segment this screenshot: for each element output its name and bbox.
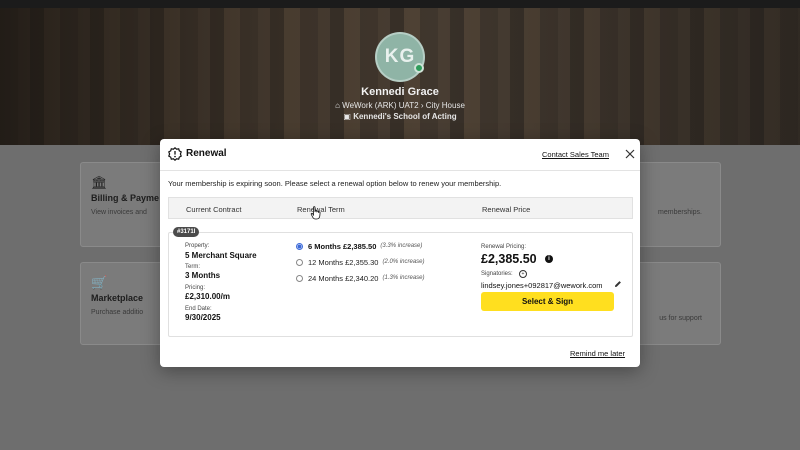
top-bar <box>0 0 800 8</box>
marketplace-card[interactable]: 🛒 Marketplace Purchase additio <box>80 262 165 345</box>
property-label: Property: <box>185 243 210 249</box>
location-site: City House <box>425 101 465 110</box>
info-icon[interactable]: i <box>545 255 553 263</box>
avatar: KG <box>375 32 425 82</box>
settings-badge-icon <box>168 147 182 161</box>
support-card-subtitle: us for support <box>659 315 702 322</box>
end-date-value: 9/30/2025 <box>185 313 221 322</box>
support-card[interactable]: us for support <box>636 262 721 345</box>
option-increase-note: (3.3% increase) <box>380 243 423 249</box>
billing-card[interactable]: 🏛 Billing & Payme View invoices and <box>80 162 165 247</box>
renewal-pricing-label: Renewal Pricing: <box>481 244 527 250</box>
close-icon[interactable] <box>624 148 636 160</box>
signatories-label: Signatories: <box>481 271 513 277</box>
add-signatory-icon[interactable]: + <box>519 270 527 278</box>
option-label: 24 Months £2,340.20 <box>308 273 379 283</box>
option-label: 12 Months £2,355.30 <box>308 257 379 267</box>
renewal-price-value: £2,385.50 <box>481 252 537 266</box>
column-renewal-price: Renewal Price <box>482 205 531 214</box>
cart-icon: 🛒 <box>91 275 108 290</box>
modal-title: Renewal <box>186 148 227 159</box>
end-date-label: End Date: <box>185 306 212 312</box>
modal-header: Renewal Contact Sales Team <box>160 139 640 171</box>
radio-12-months[interactable] <box>296 258 303 266</box>
column-current-contract: Current Contract <box>186 205 242 214</box>
briefcase-icon: ▣ <box>343 112 351 121</box>
billing-card-subtitle: View invoices and <box>91 209 147 216</box>
term-label: Term: <box>185 264 200 270</box>
hand-cursor-icon <box>310 206 321 220</box>
profile-company: ▣ Kennedi's School of Acting <box>0 112 800 121</box>
table-header: Current Contract Renewal Term Renewal Pr… <box>168 197 633 219</box>
renewal-option-12-months[interactable]: 12 Months £2,355.30 (2.0% increase) <box>296 257 425 267</box>
expiry-notice: Your membership is expiring soon. Please… <box>168 179 502 188</box>
property-value: 5 Merchant Square <box>185 251 257 260</box>
online-status-dot <box>414 63 424 73</box>
memberships-card-subtitle: memberships. <box>658 209 702 216</box>
option-increase-note: (1.3% increase) <box>382 275 425 281</box>
company-name: Kennedi's School of Acting <box>353 112 457 121</box>
contract-id-badge: #3171I <box>173 227 200 237</box>
remind-me-later-link[interactable]: Remind me later <box>570 349 625 358</box>
signatory-email: lindsey.jones+092817@wework.com <box>481 281 603 290</box>
memberships-card[interactable]: memberships. <box>636 162 721 247</box>
profile-name: Kennedi Grace <box>361 86 439 98</box>
select-and-sign-button[interactable]: Select & Sign <box>481 292 614 311</box>
bank-icon: 🏛 <box>91 175 108 190</box>
marketplace-card-subtitle: Purchase additio <box>91 309 144 316</box>
option-increase-note: (2.0% increase) <box>382 259 425 265</box>
contact-sales-link[interactable]: Contact Sales Team <box>542 150 609 159</box>
home-icon: ⌂ <box>335 101 340 110</box>
profile-location: ⌂ WeWork (ARK) UAT2 › City House <box>0 101 800 110</box>
chevron-right-icon: › <box>420 101 424 110</box>
renewal-modal: Renewal Contact Sales Team Your membersh… <box>160 139 640 367</box>
radio-6-months[interactable] <box>296 242 303 250</box>
marketplace-card-title: Marketplace <box>91 293 144 303</box>
pencil-icon[interactable] <box>614 280 622 288</box>
renewal-option-24-months[interactable]: 24 Months £2,340.20 (1.3% increase) <box>296 273 425 283</box>
billing-card-title: Billing & Payme <box>91 193 160 203</box>
term-value: 3 Months <box>185 271 221 280</box>
location-org: WeWork (ARK) UAT2 <box>342 101 419 110</box>
radio-24-months[interactable] <box>296 274 303 282</box>
pricing-label: Pricing: <box>185 285 206 291</box>
option-label: 6 Months £2,385.50 <box>308 241 377 251</box>
pricing-value: £2,310.00/m <box>185 292 230 301</box>
renewal-option-6-months[interactable]: 6 Months £2,385.50 (3.3% increase) <box>296 241 422 251</box>
